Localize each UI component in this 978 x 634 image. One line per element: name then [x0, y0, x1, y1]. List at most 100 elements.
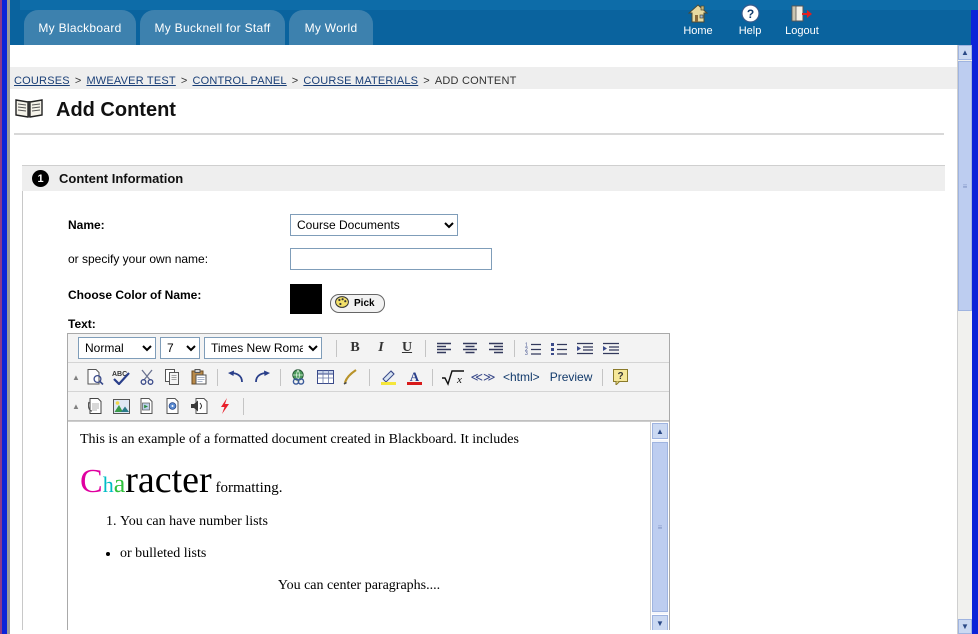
redo-icon[interactable]	[249, 365, 275, 389]
breadcrumb-current: ADD CONTENT	[434, 75, 517, 87]
paragraph-style-select[interactable]: Normal	[78, 337, 156, 359]
home-link[interactable]: Home	[679, 3, 717, 37]
name-select[interactable]: Course Documents	[290, 214, 458, 236]
preview-document-icon[interactable]	[82, 365, 108, 389]
editor-toolbar-row-1: Normal 7 Times New Roman B I U 1 2 3	[68, 334, 669, 363]
bold-icon[interactable]: B	[342, 336, 368, 360]
toolbar-separator	[369, 368, 370, 386]
header-utility-links: Home ? Help Logout	[679, 3, 821, 37]
font-size-select[interactable]: 7	[160, 337, 200, 359]
indent-icon[interactable]	[598, 336, 624, 360]
toolbar-separator	[602, 368, 604, 386]
insert-image-icon[interactable]	[108, 394, 134, 418]
toolbar-separator	[425, 339, 426, 357]
page-scroll-down-arrow-icon[interactable]: ▼	[958, 619, 972, 634]
breadcrumb-item-courses[interactable]: COURSES	[14, 75, 70, 87]
highlighter-icon[interactable]	[375, 365, 401, 389]
toolbar-separator	[217, 368, 218, 386]
insert-media-icon[interactable]	[160, 394, 186, 418]
bulleted-list-icon[interactable]	[546, 336, 572, 360]
help-icon[interactable]: ?	[608, 365, 634, 389]
insert-video-icon[interactable]	[134, 394, 160, 418]
toolbar-separator	[432, 368, 433, 386]
char-rest: racter	[125, 459, 212, 501]
page-title-row: Add Content	[14, 96, 176, 125]
pencil-icon[interactable]	[338, 365, 364, 389]
svg-text:3: 3	[525, 351, 528, 355]
help-link[interactable]: ? Help	[731, 3, 769, 37]
font-color-icon[interactable]: A	[401, 365, 427, 389]
copy-icon[interactable]	[160, 365, 186, 389]
toolbar-grip-handle[interactable]: ▲	[70, 392, 82, 420]
preview-button[interactable]: Preview	[545, 365, 598, 389]
breadcrumb-item-course-materials[interactable]: COURSE MATERIALS	[303, 75, 418, 87]
tab-my-blackboard[interactable]: My Blackboard	[24, 10, 136, 45]
breadcrumb-item-mweaver-test[interactable]: MWEAVER TEST	[86, 75, 175, 87]
underline-icon[interactable]: U	[394, 336, 420, 360]
content-information-form: Name: Course Documents or specify your o…	[68, 214, 492, 314]
list-item: or bulleted lists	[120, 546, 638, 562]
font-family-select[interactable]: Times New Roman	[204, 337, 322, 359]
align-right-icon[interactable]	[483, 336, 509, 360]
attach-file-icon[interactable]	[82, 394, 108, 418]
tab-my-bucknell-for-staff[interactable]: My Bucknell for Staff	[140, 10, 285, 45]
open-book-icon	[14, 96, 44, 125]
home-icon	[679, 3, 717, 24]
document-body[interactable]: This is an example of a formatted docume…	[68, 422, 650, 632]
title-divider	[14, 133, 944, 135]
tab-my-world[interactable]: My World	[289, 10, 373, 45]
align-center-icon[interactable]	[457, 336, 483, 360]
pick-label: Pick	[354, 298, 375, 309]
editor-content-area[interactable]: This is an example of a formatted docume…	[68, 421, 669, 632]
breadcrumb-separator: >	[423, 75, 430, 87]
palette-icon	[335, 296, 350, 311]
tab-label: My World	[304, 20, 358, 35]
insert-link-icon[interactable]	[286, 365, 312, 389]
rich-text-editor: Normal 7 Times New Roman B I U 1 2 3 ▲ A…	[67, 333, 670, 633]
logout-label: Logout	[785, 25, 819, 37]
page-scrollbar-thumb[interactable]: ≡	[958, 61, 972, 311]
scroll-down-arrow-icon[interactable]: ▼	[652, 615, 668, 631]
svg-text:x: x	[456, 374, 462, 386]
breadcrumb: COURSES > MWEAVER TEST > CONTROL PANEL > COURS…	[14, 75, 517, 87]
outdent-icon[interactable]	[572, 336, 598, 360]
editor-toolbar-row-2: ▲ ABC A x ≪≫ <html> Preview ?	[68, 363, 669, 392]
own-name-input[interactable]	[290, 248, 492, 270]
cut-icon[interactable]	[134, 365, 160, 389]
math-equation-icon[interactable]: x	[438, 365, 468, 389]
scroll-up-arrow-icon[interactable]: ▲	[652, 423, 668, 439]
align-left-icon[interactable]	[431, 336, 457, 360]
undo-icon[interactable]	[223, 365, 249, 389]
special-character-icon[interactable]: ≪≫	[468, 365, 498, 389]
document-character-paragraph: Character formatting.	[80, 459, 638, 502]
numbered-list-icon[interactable]: 1 2 3	[520, 336, 546, 360]
logout-link[interactable]: Logout	[783, 3, 821, 37]
section-left-rail	[22, 191, 23, 634]
svg-text:?: ?	[618, 371, 624, 382]
breadcrumb-item-control-panel[interactable]: CONTROL PANEL	[192, 75, 286, 87]
home-label: Home	[683, 25, 713, 37]
page-vertical-scrollbar[interactable]: ▲ ≡ ▼	[957, 45, 972, 634]
insert-audio-icon[interactable]	[186, 394, 212, 418]
editor-toolbar-row-3: ▲	[68, 392, 669, 421]
color-swatch[interactable]	[290, 284, 322, 314]
italic-icon[interactable]: I	[368, 336, 394, 360]
page-scroll-up-arrow-icon[interactable]: ▲	[958, 45, 972, 60]
svg-text:?: ?	[746, 7, 753, 21]
paste-icon[interactable]	[186, 365, 212, 389]
insert-flash-icon[interactable]	[212, 394, 238, 418]
toolbar-grip-handle[interactable]: ▲	[70, 363, 82, 391]
breadcrumb-separator: >	[74, 75, 82, 87]
editor-vertical-scrollbar[interactable]: ▲ ≡ ▼	[650, 422, 669, 632]
editor-scrollbar-thumb[interactable]: ≡	[652, 442, 668, 612]
application-window: My Blackboard My Bucknell for Staff My W…	[0, 0, 978, 634]
svg-text:A: A	[409, 369, 419, 384]
name-row: Name: Course Documents	[68, 214, 492, 248]
color-row: Choose Color of Name: Pick	[68, 284, 492, 314]
toolbar-separator	[336, 339, 337, 357]
insert-table-icon[interactable]	[312, 365, 338, 389]
window-right-edge-blue	[971, 0, 978, 634]
pick-color-button[interactable]: Pick	[330, 294, 385, 313]
html-source-button[interactable]: <html>	[498, 365, 545, 389]
spellcheck-icon[interactable]: ABC	[108, 365, 134, 389]
